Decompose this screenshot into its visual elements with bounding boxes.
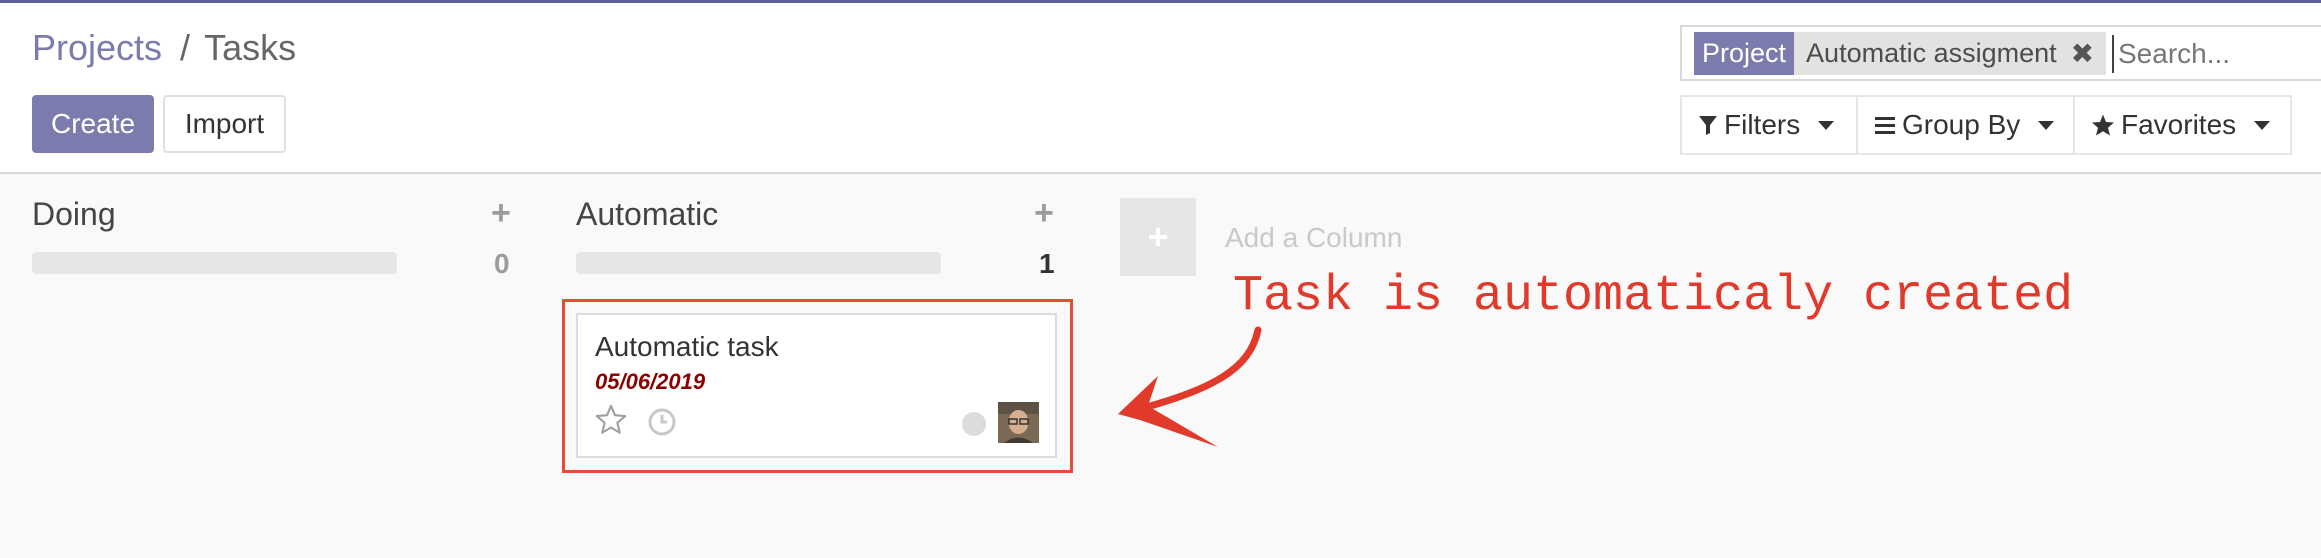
breadcrumb: Projects / Tasks xyxy=(32,27,296,69)
add-column-button[interactable]: + xyxy=(1120,198,1196,276)
filter-icon xyxy=(1698,114,1718,136)
search-view: Project Automatic assigment ✖ xyxy=(1680,25,2321,81)
filters-label: Filters xyxy=(1724,109,1801,140)
breadcrumb-current: Tasks xyxy=(204,27,297,68)
column-progress-bar-doing[interactable] xyxy=(32,252,397,274)
kanban-state-icon[interactable] xyxy=(962,412,986,436)
task-card[interactable]: Automatic task 05/06/2019 xyxy=(576,313,1057,458)
group-by-dropdown[interactable]: Group By xyxy=(1856,95,2075,155)
column-count-automatic: 1 xyxy=(1039,248,1055,279)
search-input[interactable] xyxy=(2112,35,2318,73)
caret-down-icon xyxy=(2254,120,2271,130)
favorites-dropdown[interactable]: Favorites xyxy=(2073,95,2292,155)
star-icon xyxy=(2091,113,2115,137)
facet-remove-icon[interactable]: ✖ xyxy=(2071,37,2094,70)
column-count-doing: 0 xyxy=(494,248,510,279)
column-progress-bar-automatic[interactable] xyxy=(576,252,941,274)
column-quick-add-automatic[interactable]: + xyxy=(1034,194,1054,233)
caret-down-icon xyxy=(1818,120,1835,130)
column-title-doing[interactable]: Doing xyxy=(32,196,116,233)
favorites-label: Favorites xyxy=(2121,109,2237,140)
breadcrumb-separator: / xyxy=(180,27,191,68)
create-button[interactable]: Create xyxy=(32,95,154,153)
breadcrumb-projects-link[interactable]: Projects xyxy=(32,27,162,69)
column-title-automatic[interactable]: Automatic xyxy=(576,196,718,233)
facet-value-label: Automatic assigment xyxy=(1806,38,2057,68)
facet-category: Project xyxy=(1694,32,1795,75)
list-icon xyxy=(1874,115,1896,135)
column-quick-add-doing[interactable]: + xyxy=(491,194,511,233)
task-card-title: Automatic task xyxy=(595,331,779,362)
annotation-arrow-icon xyxy=(1118,326,1262,447)
filters-dropdown[interactable]: Filters xyxy=(1680,95,1858,155)
control-panel: Projects / Tasks Create Import Project A… xyxy=(0,3,2321,174)
caret-down-icon xyxy=(2038,120,2055,130)
import-button[interactable]: Import xyxy=(163,95,286,153)
facet-value: Automatic assigment ✖ xyxy=(1794,32,2107,75)
star-outline-icon[interactable] xyxy=(594,403,628,442)
group-by-label: Group By xyxy=(1902,109,2021,140)
search-facet: Project Automatic assigment ✖ xyxy=(1694,32,2107,75)
task-card-deadline: 05/06/2019 xyxy=(595,369,706,394)
add-column-label[interactable]: Add a Column xyxy=(1225,222,1402,254)
avatar[interactable] xyxy=(998,402,1039,443)
clock-icon[interactable] xyxy=(647,407,677,442)
annotation-text: Task is automaticaly created xyxy=(1233,268,2074,325)
